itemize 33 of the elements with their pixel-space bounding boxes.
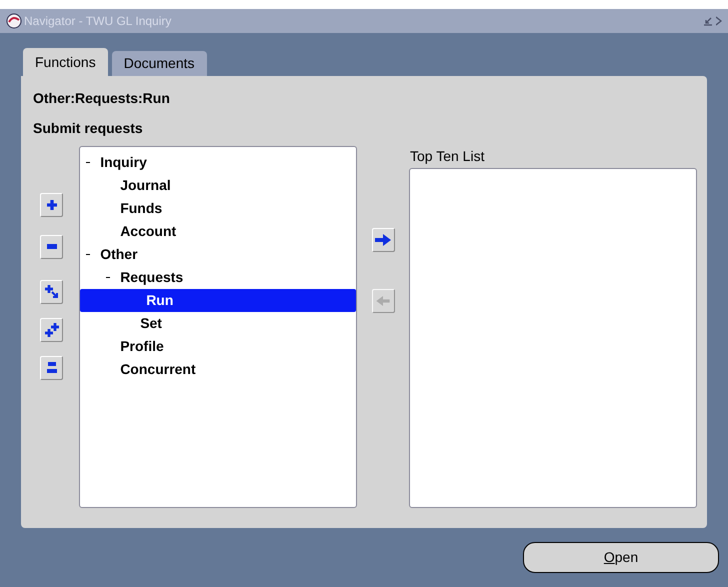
tree-item[interactable]: Account — [80, 220, 356, 243]
left-arrow-icon — [376, 296, 390, 306]
tree-item[interactable]: Run — [80, 289, 356, 312]
plus-arrow-icon — [44, 284, 60, 300]
tree-item[interactable]: Concurrent — [80, 358, 356, 381]
tool-button[interactable] — [372, 228, 395, 252]
tree-item[interactable]: Requests — [80, 266, 356, 289]
double-plus-icon — [44, 322, 60, 338]
function-description: Submit requests — [33, 119, 144, 138]
right-arrow-icon — [375, 234, 392, 246]
tool-button[interactable] — [40, 318, 63, 342]
tree-item[interactable]: Profile — [80, 335, 356, 358]
tab[interactable]: Documents — [112, 51, 207, 76]
tool-button[interactable] — [40, 356, 63, 380]
list-label: Top Ten List — [409, 147, 486, 166]
minus-icon — [46, 244, 58, 250]
double-minus-icon — [46, 361, 58, 375]
tree-item[interactable]: Inquiry — [80, 151, 356, 174]
tool-button[interactable] — [40, 193, 63, 217]
app-logo-icon — [6, 13, 22, 29]
function-path: Other:Requests:Run — [33, 89, 171, 108]
close-icon[interactable] — [716, 15, 722, 27]
minimize-icon[interactable] — [702, 15, 714, 27]
tree-item[interactable]: Other — [80, 243, 356, 266]
window-title: Navigator - TWU GL Inquiry — [24, 13, 172, 30]
plus-icon — [46, 199, 58, 211]
tree-item[interactable]: Set — [80, 312, 356, 335]
tab[interactable]: Functions — [23, 48, 108, 76]
tool-button[interactable] — [40, 280, 63, 304]
tree-item[interactable]: Funds — [80, 197, 356, 220]
tree-item[interactable]: Journal — [80, 174, 356, 197]
open-button[interactable]: Open — [523, 542, 719, 573]
tool-button[interactable] — [40, 235, 63, 259]
